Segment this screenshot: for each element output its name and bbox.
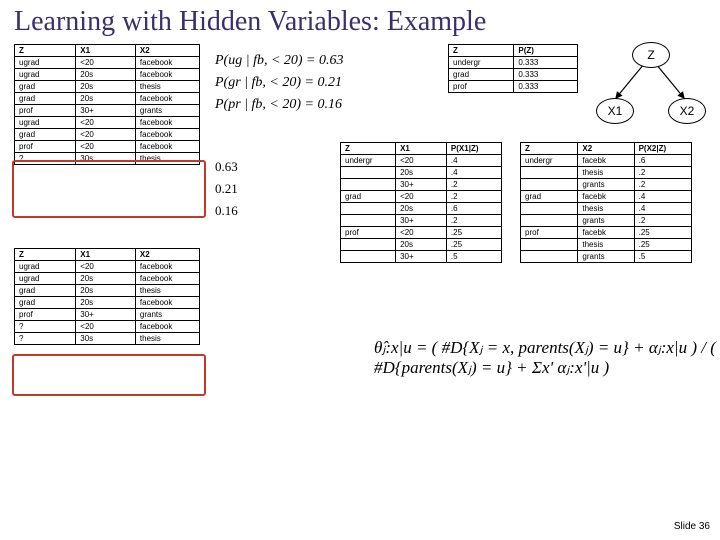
formula-line: P(gr | fb, < 20) = 0.21 (215, 72, 344, 94)
table-row: ugrad<20facebook (15, 261, 200, 273)
table-row: prof30+grants (15, 105, 200, 117)
posterior-values: 0.63 0.21 0.16 (215, 156, 238, 222)
table-row: thesis.4 (521, 203, 692, 215)
table-row: grad20sfacebook (15, 93, 200, 105)
table-header-row: Z X1 X2 (15, 249, 200, 261)
table-row: grad<20facebook (15, 129, 200, 141)
table-row: grad20sfacebook (15, 297, 200, 309)
col-z: Z (15, 249, 76, 261)
cpt-x2-table: Z X2 P(X2|Z) undergrfacebk.6 thesis.2 gr… (520, 142, 692, 263)
value-line: 0.21 (215, 178, 238, 200)
col-x1: X1 (76, 45, 136, 57)
table-row: prof<20.25 (341, 227, 502, 239)
table-row: 20s.4 (341, 167, 502, 179)
prior-table: Z P(Z) undergr0.333 grad0.333 prof0.333 (448, 44, 578, 93)
col-x1: X1 (76, 249, 136, 261)
col-x2: X2 (135, 45, 199, 57)
table-row: ?30sthesis (15, 153, 200, 165)
col-x2: X2 (135, 249, 199, 261)
cpt-x1-table: Z X1 P(X1|Z) undergr<20.4 20s.4 30+.2 gr… (340, 142, 502, 263)
table-row: ugrad20sfacebook (15, 273, 200, 285)
map-formula: θ̂ⱼ:x|u = ( #D{Xⱼ = x, parents(Xⱼ) = u} … (374, 338, 720, 378)
table-header-row: Z X1 P(X1|Z) (341, 143, 502, 155)
formula-line: P(ug | fb, < 20) = 0.63 (215, 50, 344, 72)
table-row: prof30+grants (15, 309, 200, 321)
table-row: grants.5 (521, 251, 692, 263)
table-row: 30+.2 (341, 215, 502, 227)
slide-number: Slide 36 (674, 521, 710, 532)
table-header-row: Z X1 X2 (15, 45, 200, 57)
table-row: prof0.333 (449, 81, 578, 93)
formula-line: P(pr | fb, < 20) = 0.16 (215, 94, 344, 116)
col-z: Z (15, 45, 76, 57)
table-header-row: Z X2 P(X2|Z) (521, 143, 692, 155)
value-line: 0.63 (215, 156, 238, 178)
table-row: grad0.333 (449, 69, 578, 81)
highlight-box-bottom (12, 354, 206, 396)
bayes-net-diagram: Z X1 X2 (594, 42, 706, 132)
table-row: thesis.2 (521, 167, 692, 179)
table-row: ugrad20sfacebook (15, 69, 200, 81)
table-row: grad20sthesis (15, 81, 200, 93)
table-header-row: Z P(Z) (449, 45, 578, 57)
table-row: thesis.25 (521, 239, 692, 251)
table-row: undergrfacebk.6 (521, 155, 692, 167)
highlight-box-top (12, 160, 206, 218)
posterior-formulas: P(ug | fb, < 20) = 0.63 P(gr | fb, < 20)… (215, 50, 344, 116)
table-row: undergr0.333 (449, 57, 578, 69)
table-row: grants.2 (521, 179, 692, 191)
data-table-bottom: Z X1 X2 ugrad<20facebook ugrad20sfaceboo… (14, 248, 200, 345)
table-row: ugrad<20facebook (15, 117, 200, 129)
data-table-top: Z X1 X2 ugrad<20facebook ugrad20sfaceboo… (14, 44, 200, 165)
col-z: Z (449, 45, 514, 57)
table-row: ?<20facebook (15, 321, 200, 333)
table-row: grants.2 (521, 215, 692, 227)
table-row: grad20sthesis (15, 285, 200, 297)
table-row: proffacebk.25 (521, 227, 692, 239)
node-x1: X1 (596, 98, 634, 124)
col-pz: P(Z) (514, 45, 578, 57)
table-row: 20s.6 (341, 203, 502, 215)
slide-title: Learning with Hidden Variables: Example (0, 0, 720, 38)
table-row: ?30sthesis (15, 333, 200, 345)
table-row: gradfacebk.4 (521, 191, 692, 203)
table-row: 20s.25 (341, 239, 502, 251)
table-row: undergr<20.4 (341, 155, 502, 167)
table-row: 30+.5 (341, 251, 502, 263)
table-row: ugrad<20facebook (15, 57, 200, 69)
table-row: 30+.2 (341, 179, 502, 191)
value-line: 0.16 (215, 200, 238, 222)
node-x2: X2 (668, 98, 706, 124)
table-row: prof<20facebook (15, 141, 200, 153)
node-z: Z (632, 42, 670, 68)
slide-content: Z X1 X2 ugrad<20facebook ugrad20sfaceboo… (0, 38, 720, 538)
table-row: grad<20.2 (341, 191, 502, 203)
